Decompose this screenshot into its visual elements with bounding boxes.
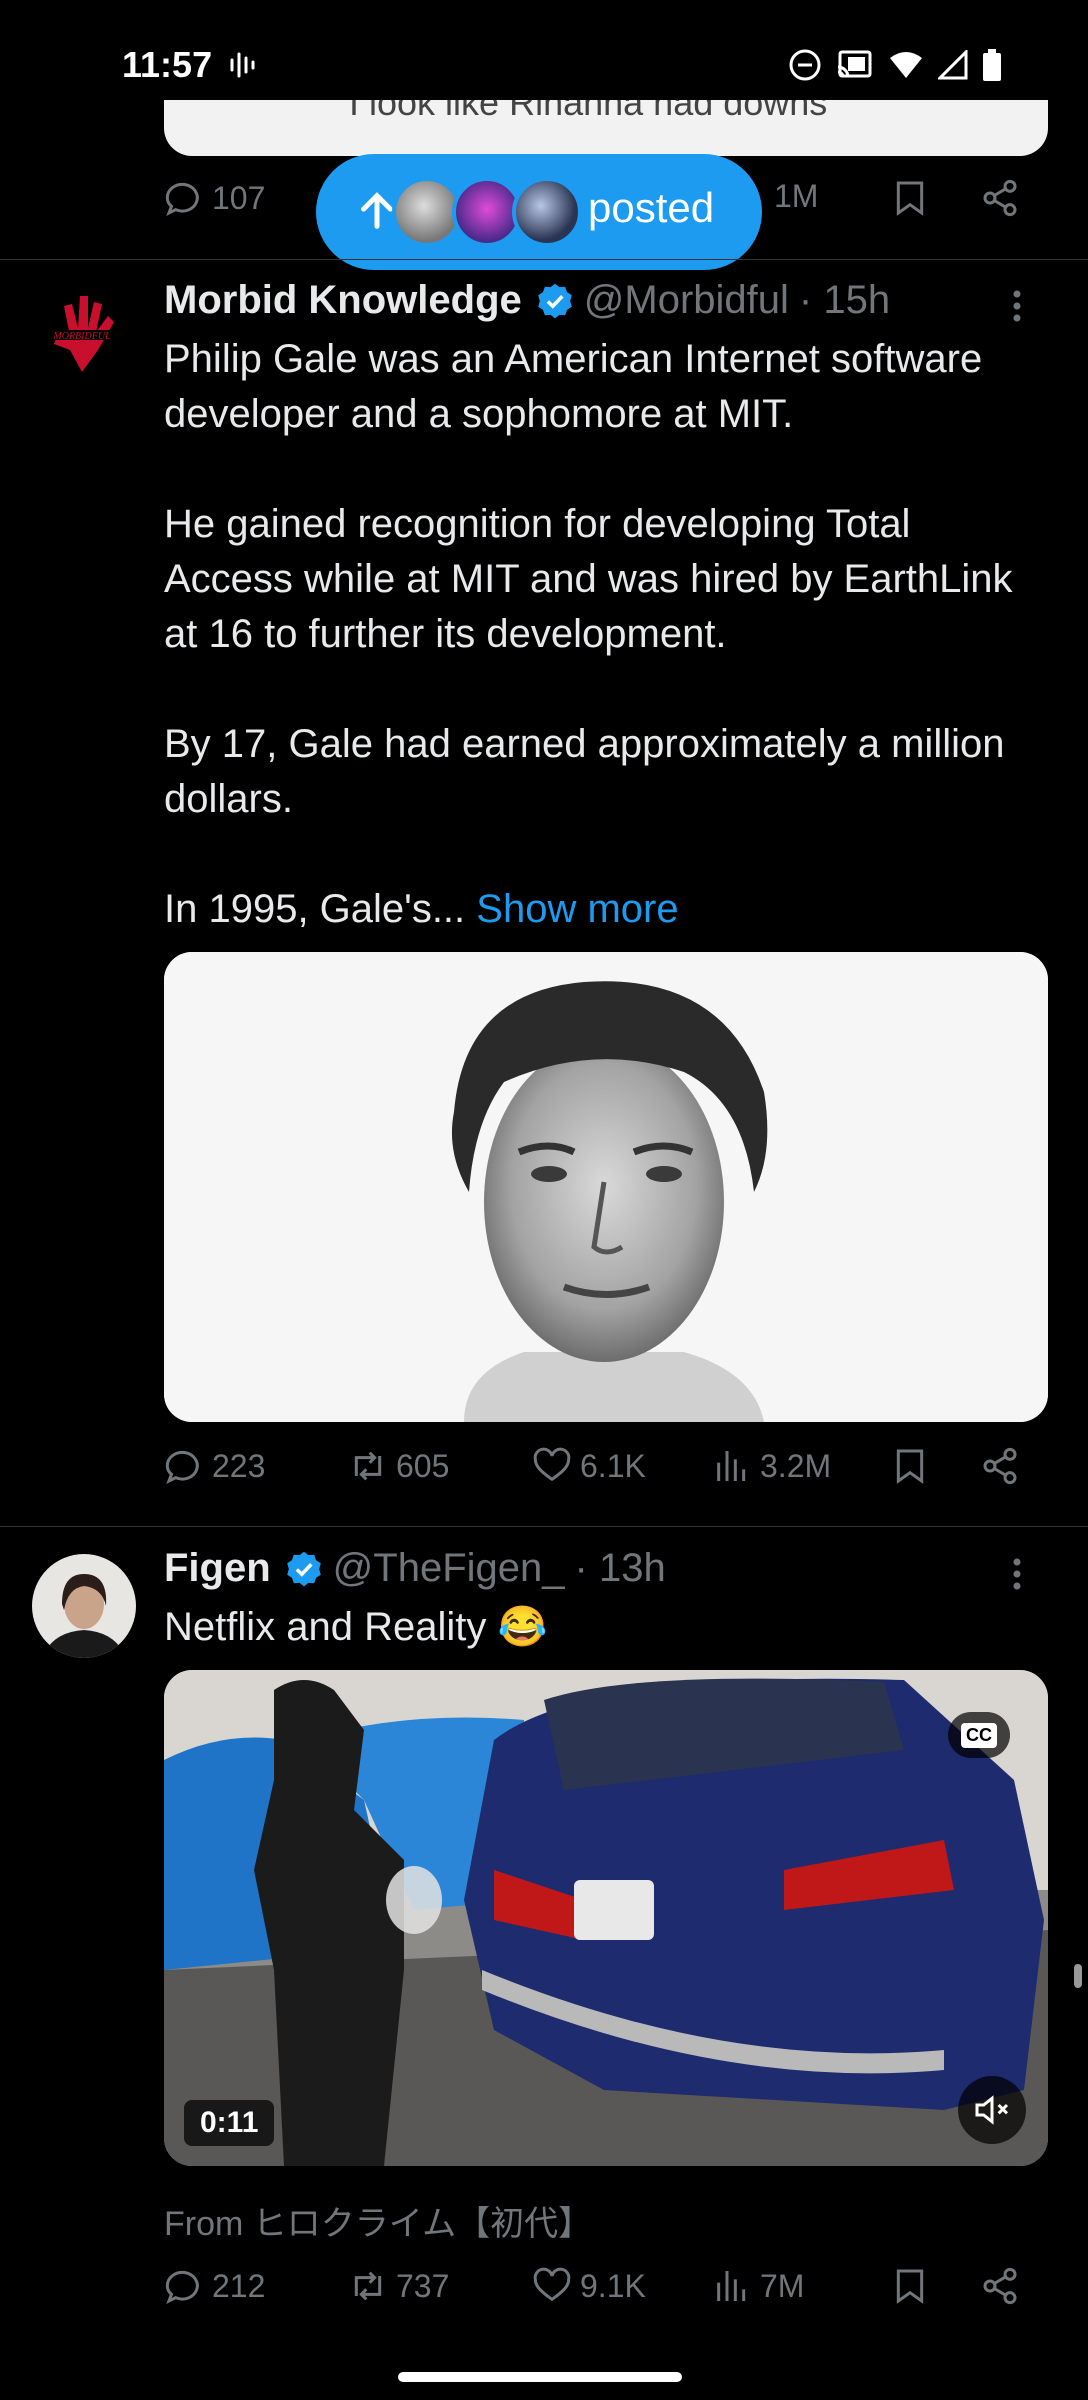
tweet-time: · 15h (798, 278, 891, 322)
poster-avatar (512, 177, 582, 247)
video-source[interactable]: From ヒロクライム【初代】 (164, 2196, 592, 2245)
reply-button[interactable]: 107 (164, 178, 265, 218)
author-handle[interactable]: @Morbidful (584, 278, 789, 323)
reply-icon (165, 1450, 199, 1485)
like-count: 6.1K (580, 1447, 646, 1484)
tweet-actions: 212 737 9.1K 7M (164, 2266, 1048, 2326)
video-frame (164, 1670, 1048, 2166)
more-options-icon[interactable] (1002, 1554, 1032, 1594)
reply-button[interactable]: 223 (164, 1446, 265, 1486)
analytics-icon (717, 2271, 746, 2301)
bookmark-button[interactable] (890, 1446, 930, 1486)
bookmark-icon (896, 2269, 924, 2304)
more-options-icon[interactable] (1002, 286, 1032, 326)
like-button[interactable]: 9.1K (532, 2266, 646, 2306)
heart-icon (533, 2267, 571, 2302)
views-button[interactable]: 7M (712, 2266, 804, 2306)
views-count: 7M (760, 2267, 805, 2304)
repost-count: 737 (396, 2267, 450, 2304)
tweet-image[interactable] (164, 952, 1048, 1422)
scrollbar-thumb[interactable] (1074, 1964, 1082, 1988)
divider (0, 1526, 1088, 1527)
bookmark-icon (896, 1449, 924, 1484)
tweet-text: Philip Gale was an American Internet sof… (164, 332, 1048, 937)
tweet-time: · 13h (574, 1546, 666, 1590)
like-count: 9.1K (580, 2267, 646, 2304)
tweet-text: Netflix and Reality 😂 (164, 1605, 548, 1649)
new-posts-pill[interactable]: posted (316, 154, 762, 270)
previous-tweet-media[interactable]: I look like Rihanna had downs (164, 100, 1048, 156)
reply-icon (165, 2270, 199, 2305)
svg-text:MORBIDFUL: MORBIDFUL (52, 331, 111, 342)
author-avatar[interactable]: MORBIDFUL (34, 286, 130, 382)
figen-avatar-photo (32, 1554, 136, 1658)
author-handle[interactable]: @TheFigen_ (333, 1546, 565, 1591)
bookmark-button[interactable] (890, 178, 930, 218)
divider (0, 259, 1088, 260)
author-name[interactable]: Morbid Knowledge (164, 278, 522, 323)
repost-count: 605 (396, 1447, 450, 1484)
heart-icon (533, 1447, 571, 1482)
pill-label: posted (588, 184, 715, 231)
closed-captions-button[interactable]: CC (948, 1712, 1010, 1758)
repost-icon (354, 2271, 382, 2301)
portrait-photo (164, 952, 1048, 1422)
bookmark-button[interactable] (890, 2266, 930, 2306)
share-icon (983, 2267, 1017, 2305)
wifi-icon (888, 50, 924, 85)
morbid-logo-icon: MORBIDFUL (42, 296, 122, 372)
share-icon (983, 179, 1017, 217)
share-icon (983, 1447, 1017, 1485)
video-duration: 0:11 (184, 2100, 275, 2146)
share-button[interactable] (980, 178, 1020, 218)
reply-icon (165, 182, 199, 217)
battery-icon (982, 49, 1002, 86)
signal-icon (936, 48, 968, 85)
reply-count: 107 (212, 179, 266, 216)
tweet-header: Figen @TheFigen_ · 13h (164, 1546, 666, 1591)
previous-media-caption: I look like Rihanna had downs (349, 100, 828, 123)
views-count: 1M (774, 178, 819, 214)
repost-button[interactable]: 605 (348, 1446, 449, 1486)
like-button[interactable]: 6.1K (532, 1446, 646, 1486)
reply-count: 223 (212, 1447, 266, 1484)
reply-button[interactable]: 212 (164, 2266, 265, 2306)
verified-badge-icon (286, 1551, 321, 1586)
speaker-muted-icon (975, 2095, 1009, 2125)
views-button[interactable]: 3.2M (712, 1446, 831, 1486)
tweet-actions: 223 605 6.1K 3.2M (164, 1446, 1048, 1506)
bookmark-icon (896, 181, 924, 216)
author-avatar[interactable] (32, 1554, 136, 1658)
repost-button[interactable]: 737 (348, 2266, 449, 2306)
analytics-icon (717, 1451, 746, 1481)
share-button[interactable] (980, 2266, 1020, 2306)
cc-label: CC (961, 1722, 997, 1748)
show-more-link[interactable]: Show more (476, 887, 678, 931)
verified-badge-icon (537, 283, 572, 318)
tweet-video[interactable]: CC 0:11 (164, 1670, 1048, 2166)
views-button[interactable]: 1M (774, 178, 818, 215)
views-count: 3.2M (760, 1447, 832, 1484)
home-indicator[interactable] (398, 2372, 682, 2382)
mute-button[interactable] (958, 2076, 1026, 2144)
cast-icon (836, 49, 874, 86)
audio-icon (228, 50, 258, 85)
do-not-disturb-icon (788, 48, 822, 87)
share-button[interactable] (980, 1446, 1020, 1486)
tweet-body: Philip Gale was an American Internet sof… (164, 337, 1013, 931)
status-time: 11:57 (122, 44, 213, 85)
author-name[interactable]: Figen (164, 1546, 271, 1591)
reply-count: 212 (212, 2267, 266, 2304)
repost-icon (354, 1451, 382, 1481)
tweet-header: Morbid Knowledge @Morbidful · 15h (164, 278, 890, 323)
